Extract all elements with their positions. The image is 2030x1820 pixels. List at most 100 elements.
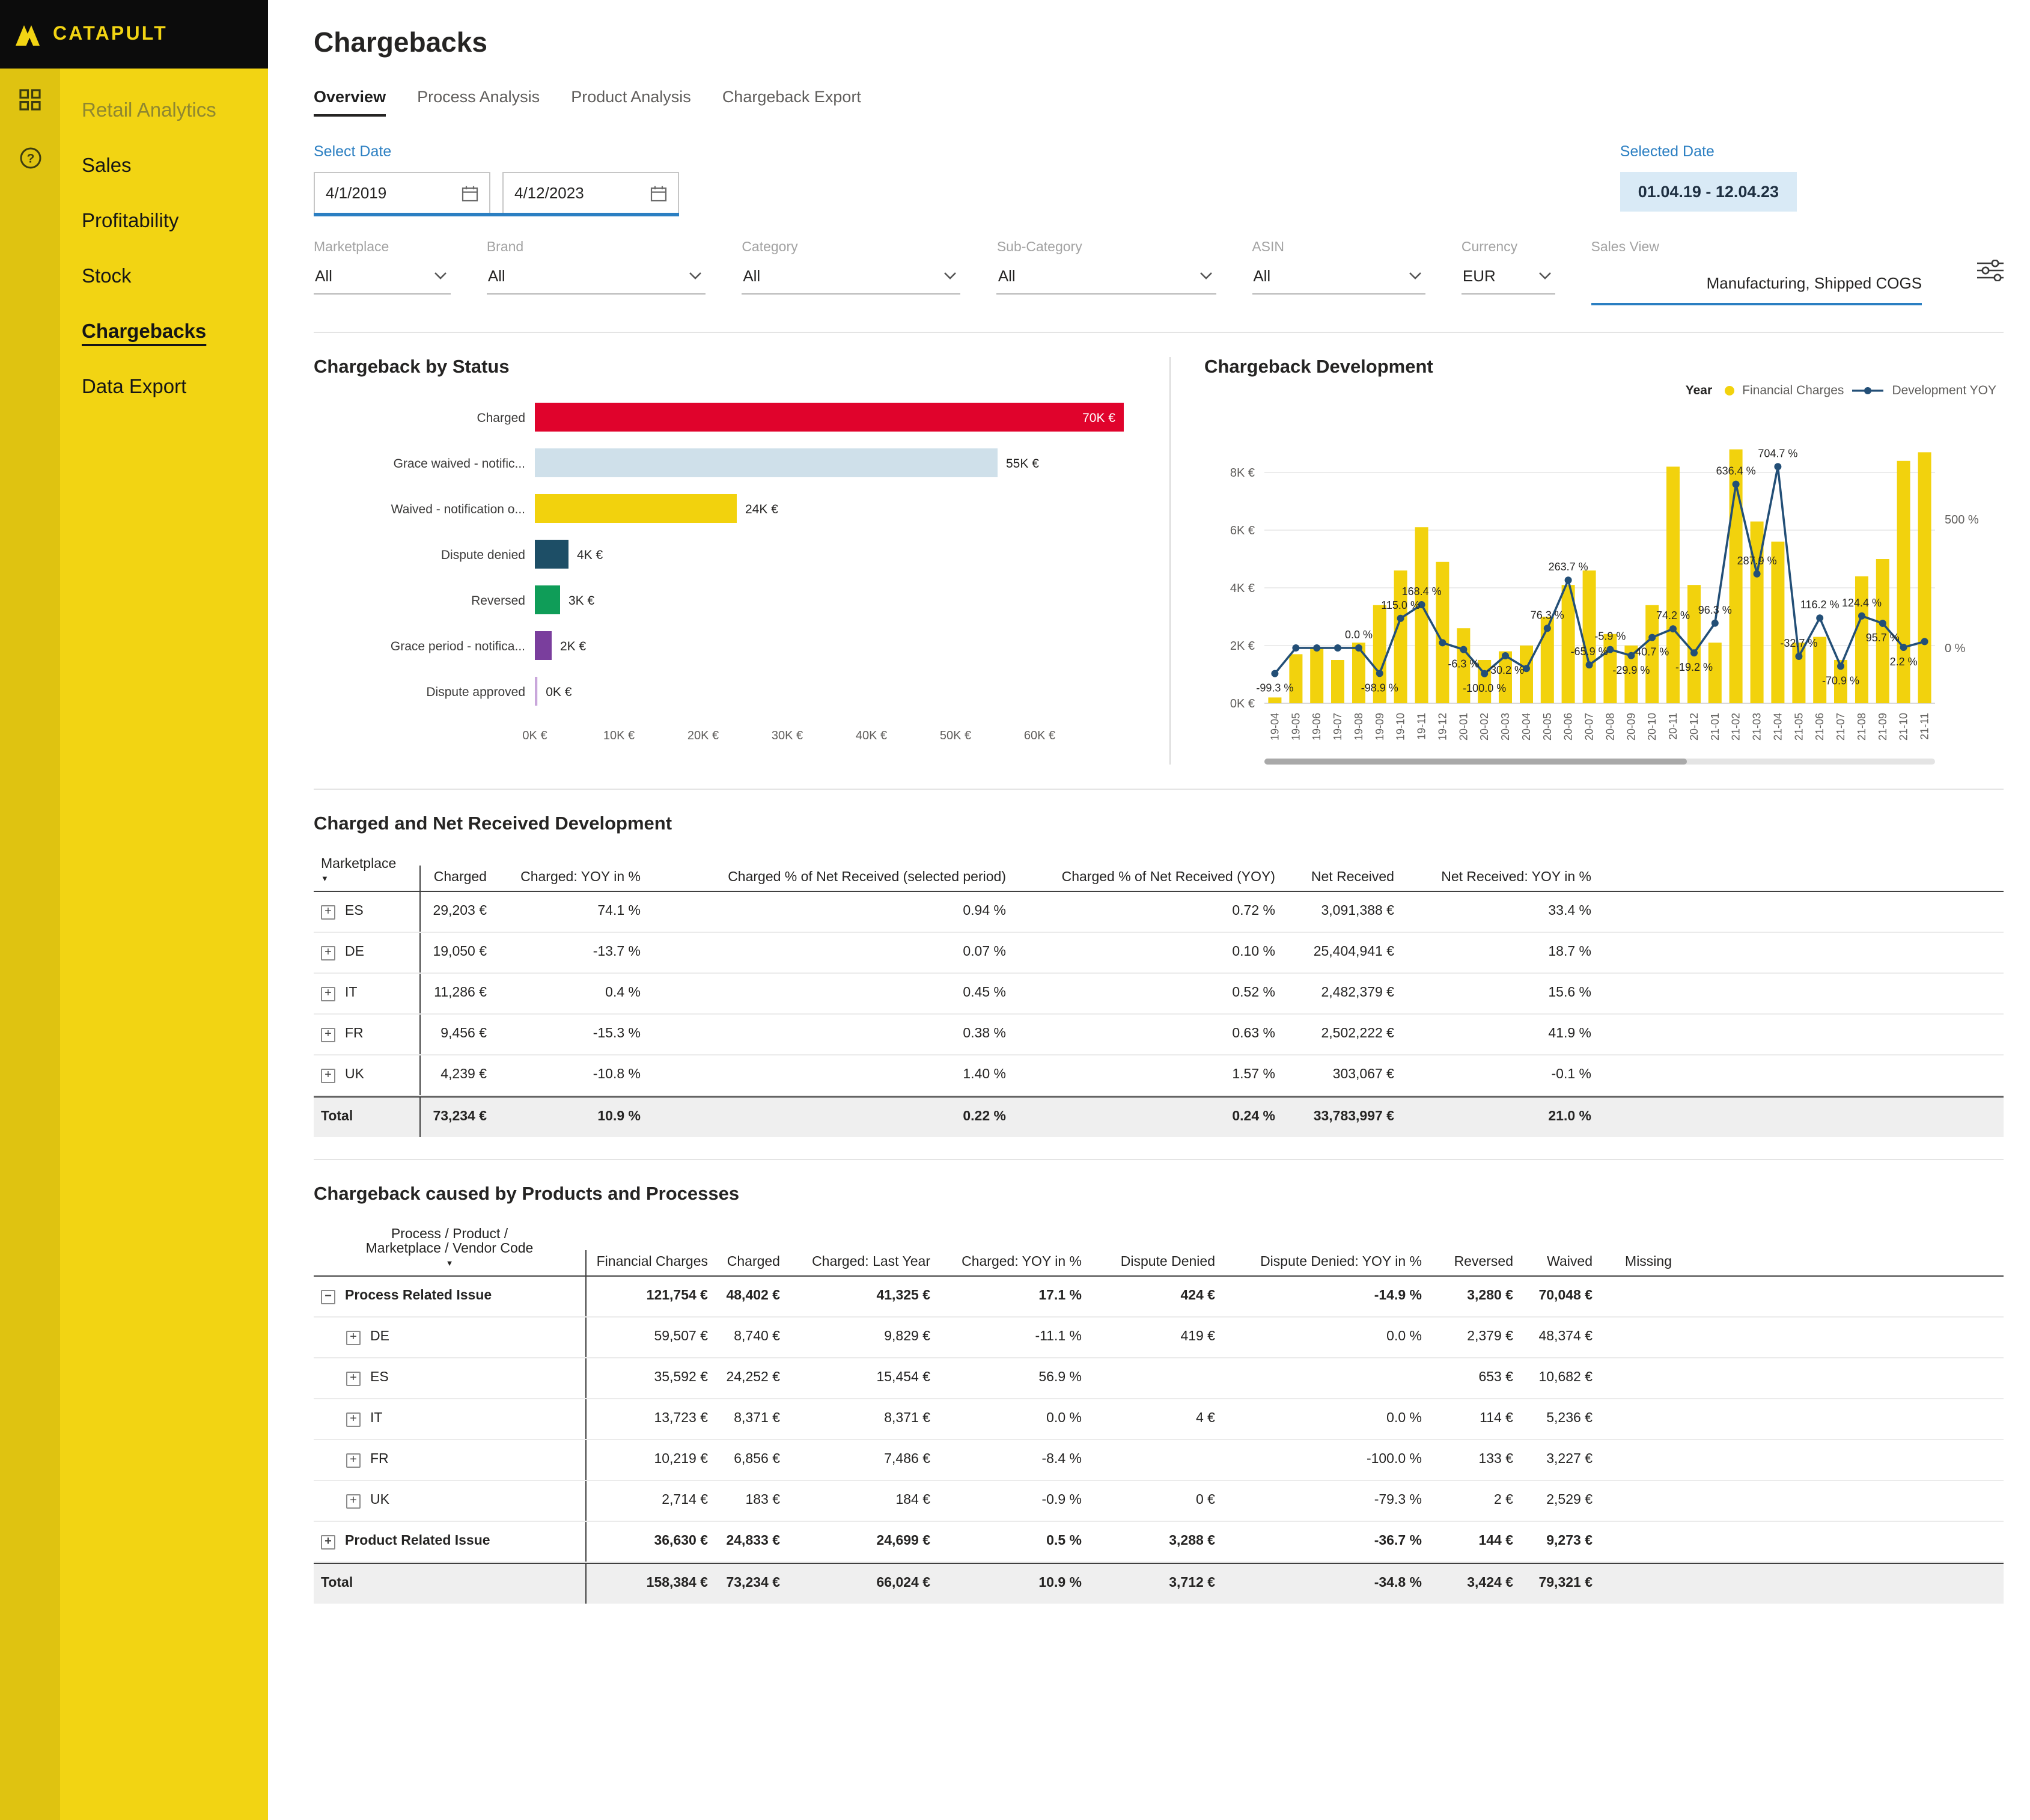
expand-icon[interactable]: +: [321, 905, 335, 919]
line-marker[interactable]: [1586, 661, 1593, 668]
sidebar-item-stock[interactable]: Stock: [82, 266, 258, 289]
dropdown-currency[interactable]: EUR: [1462, 266, 1555, 295]
line-marker[interactable]: [1879, 620, 1886, 627]
line-marker[interactable]: [1397, 615, 1404, 622]
column-header-dispute-denied-yoy-in[interactable]: Dispute Denied: YOY in %: [1222, 1250, 1429, 1275]
tab-product-analysis[interactable]: Product Analysis: [571, 88, 691, 117]
line-marker[interactable]: [1355, 644, 1362, 652]
expand-icon[interactable]: +: [321, 1068, 335, 1083]
expand-icon[interactable]: +: [321, 1534, 335, 1549]
status-bar[interactable]: [535, 540, 568, 569]
dropdown-sub-category[interactable]: All: [997, 266, 1216, 295]
column-header-dispute-denied[interactable]: Dispute Denied: [1089, 1250, 1222, 1275]
column-header-label: Charged: [434, 870, 487, 885]
column-header-charged-yoy-in[interactable]: Charged: YOY in %: [937, 1250, 1089, 1275]
line-marker[interactable]: [1648, 634, 1656, 641]
sidebar-item-data-export[interactable]: Data Export: [82, 376, 258, 399]
line-marker[interactable]: [1565, 576, 1572, 584]
line-marker[interactable]: [1858, 612, 1865, 620]
help-icon[interactable]: ?: [18, 145, 42, 169]
expand-icon[interactable]: +: [321, 1027, 335, 1042]
financial-charges-bar[interactable]: [1310, 649, 1323, 703]
sidebar-item-chargebacks[interactable]: Chargebacks: [82, 321, 258, 344]
line-marker[interactable]: [1376, 670, 1383, 677]
financial-charges-bar[interactable]: [1268, 697, 1281, 703]
line-marker[interactable]: [1816, 614, 1823, 621]
legend-development-yoy[interactable]: Development YOY: [1892, 383, 1996, 398]
line-marker[interactable]: [1754, 570, 1761, 578]
sidebar-item-sales[interactable]: Sales: [82, 155, 258, 178]
status-bar[interactable]: [535, 631, 552, 660]
financial-charges-bar[interactable]: [1876, 559, 1889, 703]
line-marker[interactable]: [1292, 644, 1299, 652]
tab-process-analysis[interactable]: Process Analysis: [417, 88, 540, 117]
line-marker[interactable]: [1795, 653, 1802, 660]
expand-icon[interactable]: +: [346, 1494, 361, 1508]
line-marker[interactable]: [1733, 481, 1740, 488]
dropdown-category[interactable]: All: [742, 266, 961, 295]
expand-icon[interactable]: +: [346, 1371, 361, 1385]
financial-charges-bar[interactable]: [1918, 452, 1931, 703]
filter-settings-icon[interactable]: [1977, 260, 2004, 287]
app-logo[interactable]: CATAPULT: [0, 0, 268, 69]
line-marker[interactable]: [1774, 463, 1781, 470]
expand-icon[interactable]: +: [346, 1453, 361, 1467]
column-header-charged-of-net-received-yoy[interactable]: Charged % of Net Received (YOY): [1013, 866, 1282, 891]
expand-icon[interactable]: +: [321, 945, 335, 960]
column-header-charged[interactable]: Charged: [715, 1250, 787, 1275]
status-bar[interactable]: [535, 448, 998, 477]
dropdown-marketplace[interactable]: All: [314, 266, 451, 295]
financial-charges-bar[interactable]: [1331, 660, 1344, 703]
status-bar[interactable]: [535, 494, 737, 523]
financial-charges-bar[interactable]: [1583, 570, 1596, 703]
column-header-charged[interactable]: Charged: [419, 866, 494, 891]
column-header-reversed[interactable]: Reversed: [1429, 1250, 1520, 1275]
line-marker[interactable]: [1669, 625, 1677, 632]
status-bar[interactable]: [535, 585, 560, 614]
column-header-process-product-marketplace-vendor-code[interactable]: Process / Product /Marketplace / Vendor …: [314, 1223, 585, 1275]
status-bar[interactable]: [535, 403, 1124, 432]
line-marker[interactable]: [1460, 646, 1467, 653]
line-marker[interactable]: [1711, 620, 1719, 627]
financial-charges-bar[interactable]: [1289, 654, 1302, 703]
column-header-missing[interactable]: Missing: [1600, 1250, 1679, 1275]
dropdown-brand[interactable]: All: [487, 266, 706, 295]
column-header-net-received[interactable]: Net Received: [1282, 866, 1401, 891]
expand-icon[interactable]: +: [346, 1330, 361, 1345]
sales-view-filter[interactable]: Sales View Manufacturing, Shipped COGS: [1591, 240, 1922, 305]
legend-year-label[interactable]: Year: [1686, 383, 1712, 398]
line-marker[interactable]: [1334, 644, 1341, 652]
line-marker[interactable]: [1900, 644, 1907, 651]
start-date-input[interactable]: 4/1/2019: [314, 172, 490, 213]
column-header-marketplace[interactable]: Marketplace▼: [314, 852, 419, 891]
line-marker[interactable]: [1921, 638, 1928, 645]
status-bar[interactable]: [535, 677, 537, 706]
financial-charges-bar[interactable]: [1687, 585, 1701, 703]
chart-scrollbar-thumb[interactable]: [1264, 759, 1687, 765]
line-marker[interactable]: [1313, 644, 1320, 652]
line-marker[interactable]: [1837, 662, 1844, 670]
sidebar-item-profitability[interactable]: Profitability: [82, 210, 258, 233]
legend-financial-charges[interactable]: Financial Charges: [1742, 383, 1844, 398]
column-header-charged-yoy-in[interactable]: Charged: YOY in %: [494, 866, 648, 891]
column-header-financial-charges[interactable]: Financial Charges: [585, 1250, 715, 1275]
line-marker[interactable]: [1439, 639, 1446, 646]
expand-icon[interactable]: +: [321, 986, 335, 1001]
tab-overview[interactable]: Overview: [314, 88, 386, 117]
end-date-input[interactable]: 4/12/2023: [502, 172, 679, 213]
apps-grid-icon[interactable]: [18, 88, 42, 112]
line-marker[interactable]: [1271, 670, 1278, 677]
tab-chargeback-export[interactable]: Chargeback Export: [722, 88, 861, 117]
collapse-icon[interactable]: −: [321, 1289, 335, 1304]
column-header-charged-of-net-received-selected-period[interactable]: Charged % of Net Received (selected peri…: [648, 866, 1013, 891]
financial-charges-bar[interactable]: [1352, 643, 1365, 703]
line-marker[interactable]: [1544, 624, 1551, 632]
line-marker[interactable]: [1690, 649, 1698, 656]
line-marker[interactable]: [1627, 652, 1635, 659]
dropdown-asin[interactable]: All: [1252, 266, 1425, 295]
column-header-charged-last-year[interactable]: Charged: Last Year: [787, 1250, 937, 1275]
column-header-net-received-yoy-in[interactable]: Net Received: YOY in %: [1401, 866, 1599, 891]
line-marker[interactable]: [1502, 652, 1509, 659]
column-header-waived[interactable]: Waived: [1520, 1250, 1600, 1275]
expand-icon[interactable]: +: [346, 1412, 361, 1426]
